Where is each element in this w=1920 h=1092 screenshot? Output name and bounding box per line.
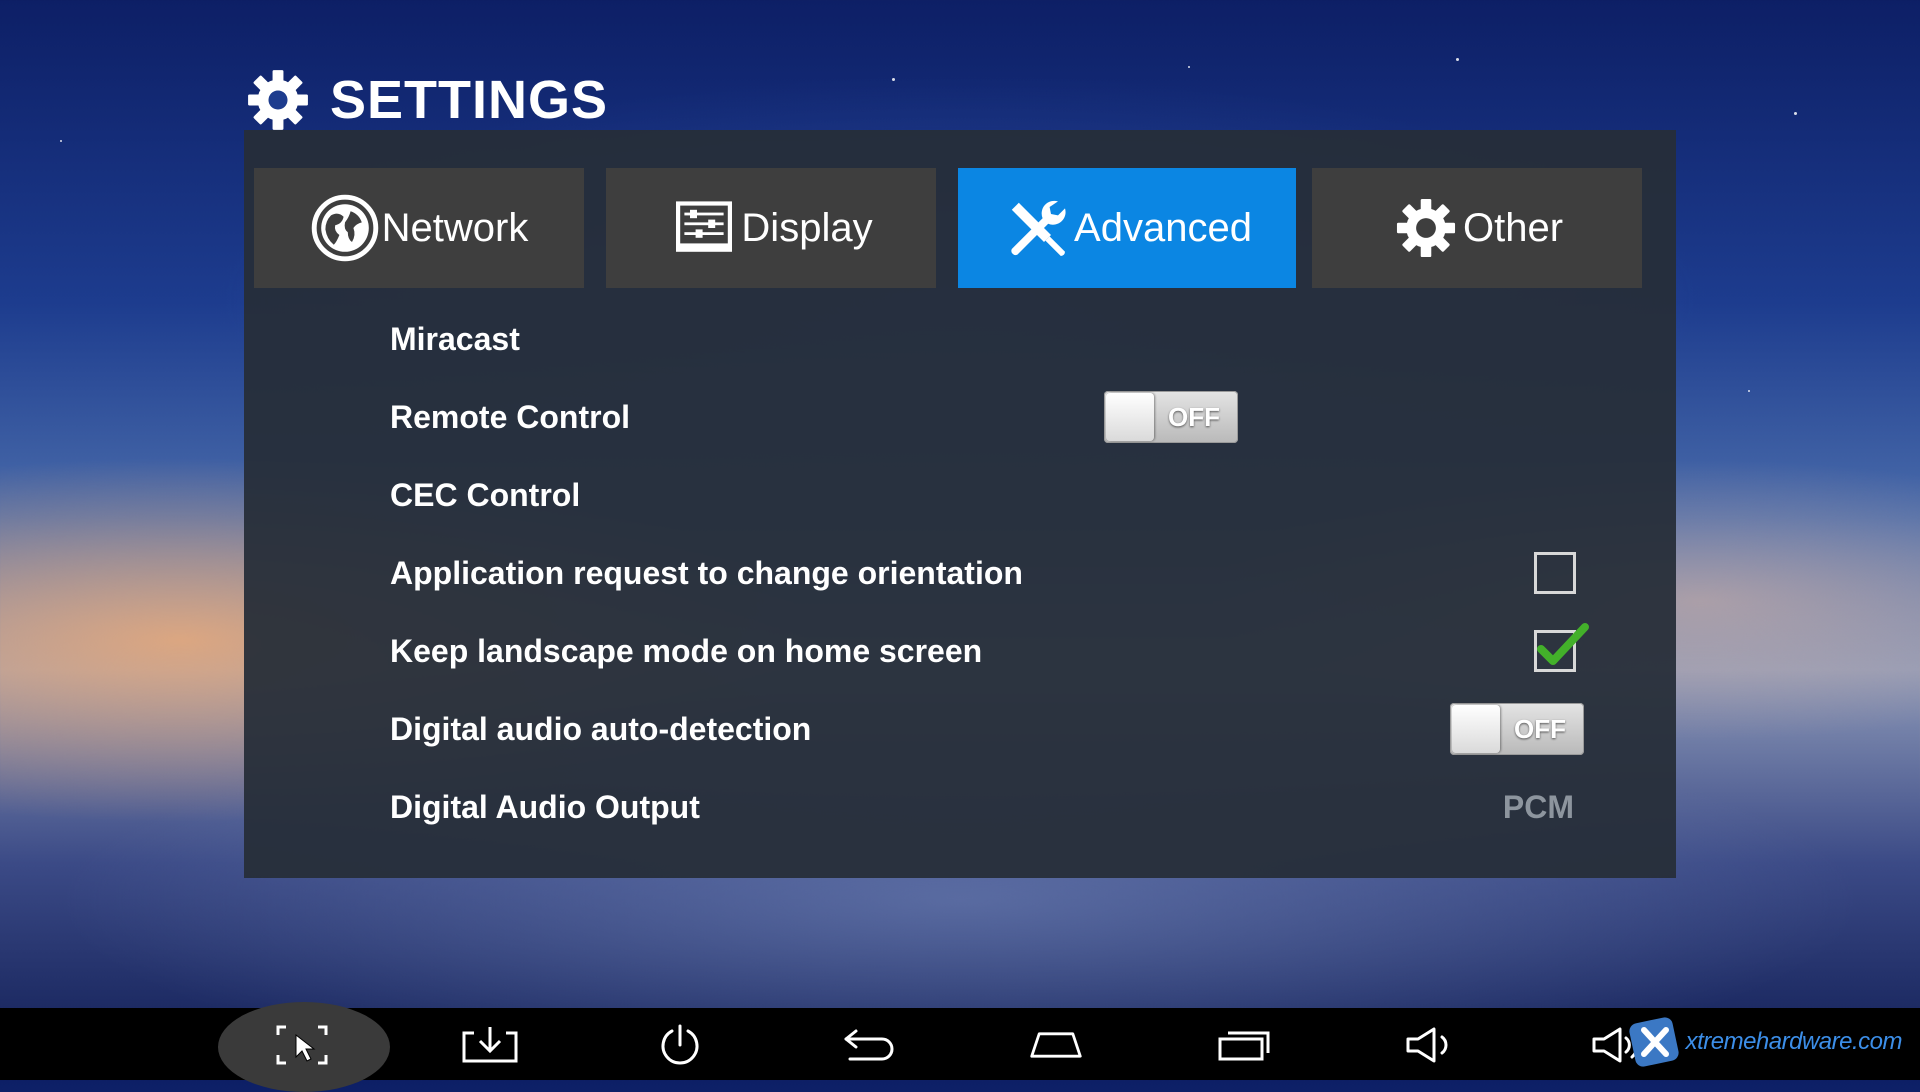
- settings-panel: Network Display Advanced Other Miracast …: [244, 130, 1676, 878]
- setting-label: Application request to change orientatio…: [390, 554, 1023, 591]
- tab-advanced[interactable]: Advanced: [958, 168, 1296, 288]
- setting-label: Keep landscape mode on home screen: [390, 632, 983, 669]
- globe-icon: [310, 193, 380, 263]
- screenshot-icon[interactable]: [274, 1022, 330, 1068]
- checkmark-icon: [1537, 623, 1589, 665]
- settings-header: SETTINGS: [244, 62, 608, 138]
- setting-cec-control[interactable]: CEC Control: [244, 456, 1676, 534]
- toggle-state: OFF: [1168, 402, 1220, 432]
- setting-remote-control[interactable]: Remote Control OFF: [244, 378, 1676, 456]
- tab-display[interactable]: Display: [606, 168, 936, 288]
- watermark: xtremehardware.com: [1626, 1016, 1903, 1068]
- app-orientation-checkbox[interactable]: [1534, 552, 1576, 594]
- tab-network[interactable]: Network: [254, 168, 584, 288]
- power-icon[interactable]: [652, 1022, 708, 1068]
- xtremehardware-logo-icon: [1628, 1017, 1679, 1067]
- page-title: SETTINGS: [330, 70, 609, 130]
- setting-label: Remote Control: [390, 398, 630, 435]
- setting-label: CEC Control: [390, 476, 581, 513]
- tab-network-label: Network: [381, 205, 529, 250]
- digital-audio-output-value: PCM: [1502, 788, 1574, 825]
- tab-bar: Network Display Advanced Other: [254, 168, 1666, 288]
- wrench-screwdriver-icon: [1002, 193, 1072, 263]
- tab-other[interactable]: Other: [1312, 168, 1642, 288]
- system-navigation-bar: xtremehardware.com: [0, 1002, 1920, 1092]
- volume-down-icon[interactable]: [1402, 1022, 1458, 1068]
- setting-app-orientation[interactable]: Application request to change orientatio…: [244, 534, 1676, 612]
- toggle-state: OFF: [1514, 714, 1566, 744]
- setting-digital-audio-detect[interactable]: Digital audio auto-detection OFF: [244, 690, 1676, 768]
- digital-audio-detect-toggle[interactable]: OFF: [1450, 703, 1584, 755]
- setting-digital-audio-output[interactable]: Digital Audio Output PCM: [244, 768, 1676, 846]
- toggle-knob: [1452, 705, 1500, 753]
- tab-advanced-label: Advanced: [1074, 205, 1252, 250]
- tab-other-label: Other: [1462, 205, 1564, 250]
- keep-landscape-checkbox[interactable]: [1534, 623, 1589, 672]
- display-sliders-icon: [669, 193, 739, 263]
- toggle-knob: [1106, 393, 1154, 441]
- setting-keep-landscape[interactable]: Keep landscape mode on home screen: [244, 612, 1676, 690]
- home-icon[interactable]: [1028, 1022, 1084, 1068]
- gear-icon: [1391, 193, 1461, 263]
- setting-label: Digital audio auto-detection: [390, 710, 812, 747]
- back-icon[interactable]: [842, 1022, 898, 1068]
- recent-apps-icon[interactable]: [1216, 1022, 1272, 1068]
- gear-icon: [248, 70, 308, 130]
- setting-label: Digital Audio Output: [390, 788, 700, 825]
- setting-label: Miracast: [390, 320, 520, 357]
- download-icon[interactable]: [462, 1022, 518, 1068]
- tab-display-label: Display: [741, 205, 873, 250]
- watermark-text: xtremehardware.com: [1685, 1028, 1903, 1055]
- remote-control-toggle[interactable]: OFF: [1104, 391, 1238, 443]
- setting-miracast[interactable]: Miracast: [244, 300, 1676, 378]
